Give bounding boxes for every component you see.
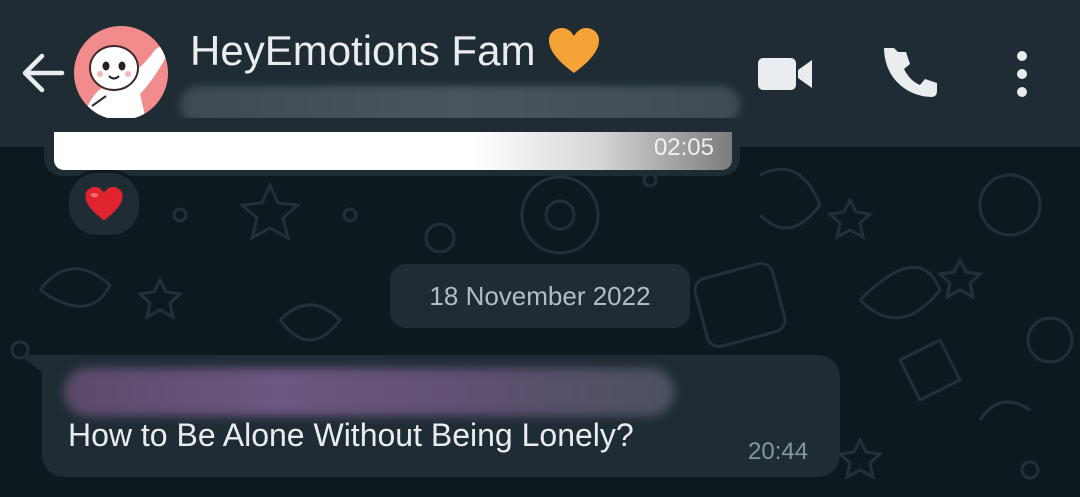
orange-heart-icon [547,27,601,75]
avatar-character-image [74,26,168,120]
video-call-button[interactable] [756,50,814,98]
message-time: 20:44 [748,438,809,465]
back-button[interactable] [18,48,68,98]
arrow-left-icon [22,53,65,93]
message-text: How to Be Alone Without Being Lonely? [68,417,634,453]
previous-message-media[interactable]: 02:05 [54,132,732,170]
previous-message-time: 02:05 [653,134,714,161]
more-options-button[interactable] [1004,46,1040,102]
group-avatar[interactable] [74,26,168,120]
message-reaction[interactable] [66,170,142,238]
date-separator: 18 November 2022 [390,264,690,328]
redacted-sender-name [64,368,674,416]
red-heart-icon [85,186,123,221]
more-vertical-icon [1017,51,1027,97]
video-camera-icon [758,58,812,90]
voice-call-button[interactable] [884,44,938,102]
phone-icon [884,44,937,97]
chat-title: HeyEmotions Fam [190,27,536,74]
chat-title-row[interactable]: HeyEmotions Fam [190,26,601,76]
